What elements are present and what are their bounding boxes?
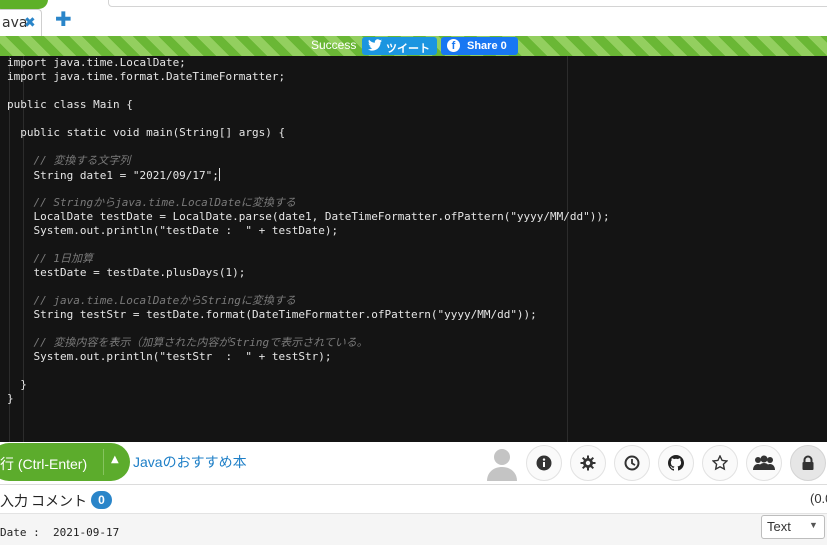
github-icon[interactable] bbox=[658, 445, 694, 481]
code-line[interactable]: testDate = testDate.plusDays(1); bbox=[7, 266, 245, 280]
code-text: // java.time.LocalDateからStringに変換する bbox=[7, 294, 296, 307]
code-text: import java.time.LocalDate; bbox=[7, 56, 186, 69]
code-text: // 変換する文字列 bbox=[7, 154, 131, 167]
facebook-icon: f bbox=[447, 39, 460, 52]
chevron-down-icon: ▼ bbox=[809, 520, 818, 530]
address-field-edge[interactable] bbox=[108, 0, 827, 7]
lock-icon[interactable] bbox=[790, 445, 826, 481]
code-text: } bbox=[7, 392, 14, 405]
toolbar: 行 (Ctrl-Enter) ▲ Javaのおすすめ本 bbox=[0, 442, 827, 482]
status-text: Success bbox=[311, 38, 357, 52]
code-comment-line[interactable]: // 変換する文字列 bbox=[7, 154, 130, 168]
code-line[interactable]: } bbox=[7, 392, 14, 406]
exec-time: (0.0 bbox=[810, 491, 827, 506]
tab-java[interactable]: ava ✖ bbox=[0, 9, 42, 37]
output-text: Date : 2021-09-17 bbox=[0, 526, 120, 539]
code-line[interactable]: import java.time.format.DateTimeFormatte… bbox=[7, 70, 285, 84]
users-icon[interactable] bbox=[746, 445, 782, 481]
code-line[interactable]: System.out.println("testStr : " + testSt… bbox=[7, 350, 332, 364]
run-button[interactable]: 行 (Ctrl-Enter) ▲ bbox=[0, 443, 130, 481]
code-comment-line[interactable]: // 1日加算 bbox=[7, 252, 93, 266]
code-line[interactable]: LocalDate testDate = LocalDate.parse(dat… bbox=[7, 210, 610, 224]
add-tab-icon[interactable]: ✚ bbox=[55, 9, 72, 29]
code-line[interactable]: System.out.println("testDate : " + testD… bbox=[7, 224, 338, 238]
output-format-select[interactable]: Text ▼ bbox=[761, 515, 825, 539]
code-text: // Stringからjava.time.LocalDateに変換する bbox=[7, 196, 296, 209]
comment-count-badge: 0 bbox=[91, 491, 112, 509]
code-text: // 1日加算 bbox=[7, 252, 93, 265]
code-line[interactable]: import java.time.LocalDate; bbox=[7, 56, 186, 70]
avatar-icon[interactable] bbox=[484, 445, 520, 481]
code-line[interactable]: String testStr = testDate.format(DateTim… bbox=[7, 308, 537, 322]
code-editor[interactable]: import java.time.LocalDate; import java.t… bbox=[0, 56, 827, 442]
star-icon[interactable] bbox=[702, 445, 738, 481]
chevron-up-icon[interactable]: ▲ bbox=[111, 454, 119, 465]
clock-icon[interactable] bbox=[614, 445, 650, 481]
code-text: import java.time.format.DateTimeFormatte… bbox=[7, 70, 286, 83]
share-label: Share 0 bbox=[467, 40, 507, 52]
code-text: String testStr = testDate.format(DateTim… bbox=[7, 308, 537, 321]
code-text: String date1 = "2021/09/17"; bbox=[7, 169, 219, 182]
code-line[interactable]: public class Main { bbox=[7, 98, 133, 112]
tab-comment[interactable]: コメント bbox=[31, 491, 87, 511]
code-text: LocalDate testDate = LocalDate.parse(dat… bbox=[7, 210, 610, 223]
code-text: public class Main { bbox=[7, 98, 133, 111]
run-label: 行 (Ctrl-Enter) bbox=[0, 456, 88, 472]
output-panel: Date : 2021-09-17 Text ▼ bbox=[0, 513, 827, 545]
tab-input[interactable]: 入力 bbox=[0, 491, 28, 511]
code-line[interactable]: String date1 = "2021/09/17"; bbox=[7, 168, 220, 182]
output-format-value: Text bbox=[767, 519, 791, 534]
code-line[interactable]: } bbox=[7, 378, 27, 392]
code-line[interactable]: public static void main(String[] args) { bbox=[7, 126, 285, 140]
run-divider bbox=[103, 449, 104, 475]
code-text: } bbox=[7, 378, 27, 391]
code-text: System.out.println("testDate : " + testD… bbox=[7, 224, 339, 237]
twitter-icon bbox=[368, 39, 382, 54]
tweet-button[interactable]: ツイート bbox=[362, 37, 437, 55]
print-margin bbox=[567, 56, 568, 442]
status-bar: Success ツイート f Share 0 bbox=[0, 36, 827, 56]
code-comment-line[interactable]: // 変換内容を表示（加算された内容がStringで表示されている。 bbox=[7, 336, 368, 350]
close-icon[interactable]: ✖ bbox=[24, 15, 36, 31]
code-text: // 変換内容を表示（加算された内容がStringで表示されている。 bbox=[7, 336, 368, 349]
code-text: public static void main(String[] args) { bbox=[7, 126, 286, 139]
info-icon[interactable] bbox=[526, 445, 562, 481]
io-tabs: 入力 コメント 0 (0.0 bbox=[0, 485, 827, 513]
facebook-share-button[interactable]: f Share 0 bbox=[441, 37, 518, 55]
text-cursor bbox=[218, 168, 220, 181]
code-comment-line[interactable]: // java.time.LocalDateからStringに変換する bbox=[7, 294, 296, 308]
tab-bar: ava ✖ ✚ bbox=[0, 0, 827, 37]
code-text: System.out.println("testStr : " + testSt… bbox=[7, 350, 332, 363]
code-text: testDate = testDate.plusDays(1); bbox=[7, 266, 246, 279]
tweet-label: ツイート bbox=[386, 43, 430, 55]
pill-edge bbox=[0, 0, 48, 9]
code-comment-line[interactable]: // Stringからjava.time.LocalDateに変換する bbox=[7, 196, 296, 210]
recommended-books-link[interactable]: Javaのおすすめ本 bbox=[133, 452, 247, 472]
gear-icon[interactable] bbox=[570, 445, 606, 481]
